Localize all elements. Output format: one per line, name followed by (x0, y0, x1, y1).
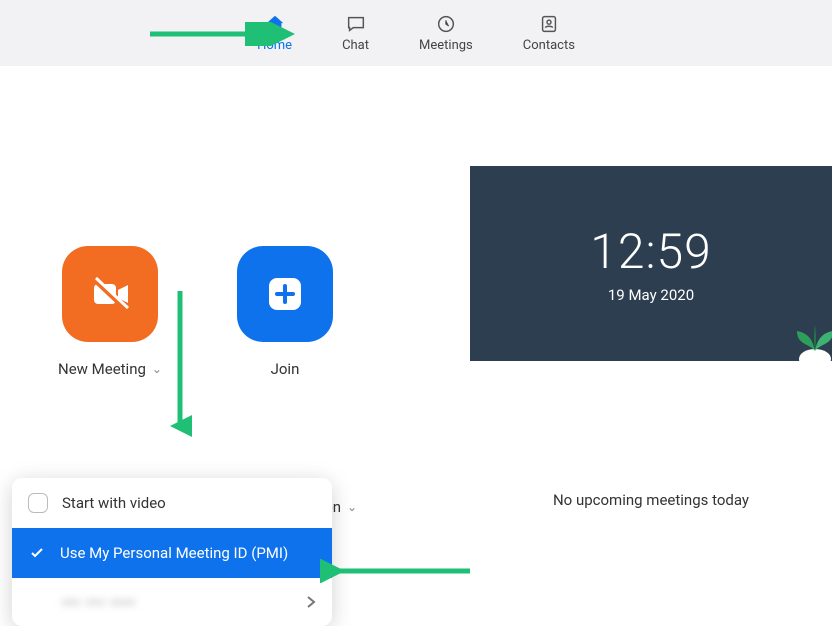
card-hero: 12:59 19 May 2020 (470, 166, 832, 361)
nav-home[interactable]: Home (257, 13, 292, 53)
tile-join: Join (237, 246, 333, 378)
card-body: No upcoming meetings today (470, 361, 832, 509)
left-panel: New Meeting ⌄ Join Schedu (0, 66, 470, 603)
upcoming-card: 12:59 19 May 2020 No upcoming meetings t… (470, 166, 832, 509)
checkbox-unchecked-icon[interactable] (28, 493, 48, 513)
chat-icon (345, 13, 367, 35)
plant-icon (790, 291, 832, 361)
top-nav: Home Chat Meetings Contacts (0, 0, 832, 66)
dropdown-use-pmi[interactable]: Use My Personal Meeting ID (PMI) (12, 528, 332, 578)
clock-date: 19 May 2020 (608, 286, 694, 304)
chevron-down-icon: ⌄ (152, 362, 162, 376)
nav-chat[interactable]: Chat (342, 13, 369, 53)
video-off-icon (86, 270, 134, 318)
new-meeting-button[interactable] (62, 246, 158, 342)
tile-label: New Meeting (58, 360, 146, 378)
empty-state-text: No upcoming meetings today (553, 491, 749, 509)
right-panel: 12:59 19 May 2020 No upcoming meetings t… (470, 66, 832, 603)
dropdown-start-with-video[interactable]: Start with video (12, 478, 332, 528)
nav-label: Chat (342, 38, 369, 53)
dropdown-item-label: Use My Personal Meeting ID (PMI) (60, 544, 288, 562)
nav-meetings[interactable]: Meetings (419, 13, 473, 53)
nav-label: Meetings (419, 38, 473, 53)
plus-icon (263, 272, 307, 316)
nav-contacts[interactable]: Contacts (523, 13, 575, 53)
join-button[interactable] (237, 246, 333, 342)
annotation-arrow-pmi (320, 559, 470, 583)
tile-label: Join (271, 360, 300, 378)
chevron-right-icon (306, 595, 316, 609)
new-meeting-dropdown: Start with video Use My Personal Meeting… (12, 478, 332, 626)
dropdown-item-label: Start with video (62, 494, 166, 512)
contacts-icon (538, 13, 560, 35)
dropdown-pmi-submenu[interactable]: ••• ••• •••• (12, 578, 332, 626)
tile-new-meeting: New Meeting ⌄ (58, 246, 162, 378)
nav-label: Contacts (523, 38, 575, 53)
chevron-down-icon: ⌄ (347, 500, 357, 514)
clock-icon (435, 13, 457, 35)
nav-label: Home (257, 38, 292, 53)
clock-time: 12:59 (590, 223, 712, 280)
pmi-value: ••• ••• •••• (62, 593, 136, 612)
check-icon (28, 545, 46, 561)
home-icon (264, 13, 286, 35)
join-label-row: Join (271, 360, 300, 378)
new-meeting-label-row[interactable]: New Meeting ⌄ (58, 360, 162, 378)
